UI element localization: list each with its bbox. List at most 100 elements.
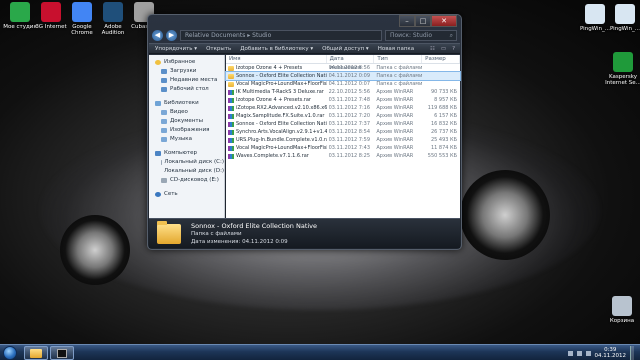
clock[interactable]: 0:39 04.11.2012 xyxy=(595,347,627,359)
sidebar-item-label: Документы xyxy=(170,118,203,124)
media-player-icon xyxy=(57,349,67,358)
close-button[interactable]: ✕ xyxy=(431,15,457,27)
open-button[interactable]: Открыть xyxy=(206,46,231,52)
network-icon xyxy=(155,192,161,197)
taskbar: 0:39 04.11.2012 xyxy=(0,344,640,360)
details-type: Папка с файлами xyxy=(191,230,242,237)
rar-archive-icon xyxy=(228,97,234,103)
file-size: 6 157 КБ xyxy=(434,113,458,119)
search-input[interactable]: Поиск: Studio ⌕ xyxy=(385,29,457,41)
sidebar-item[interactable]: Локальный диск (D:) xyxy=(149,167,224,176)
file-type: Папка с файлами xyxy=(376,65,423,71)
file-name: Synchro.Arts.VocalAlign.v2.9.1+v1.4.rar xyxy=(236,129,327,135)
app-icon xyxy=(72,2,92,22)
rar-archive-icon xyxy=(228,137,234,143)
volume-tray-icon[interactable] xyxy=(585,350,591,356)
rar-archive-icon xyxy=(228,113,234,119)
search-placeholder: Поиск: Studio xyxy=(390,31,433,39)
location-icon xyxy=(161,87,167,92)
folder-icon xyxy=(157,220,181,244)
app-icon xyxy=(10,2,30,22)
file-size: 25 493 КБ xyxy=(430,137,458,143)
file-name-cell: Izotope Ozone 4 + Presets xyxy=(226,65,327,71)
file-row[interactable]: Izotope Ozone 4 + Presets.rar 03.11.2012 … xyxy=(226,96,460,104)
rar-archive-icon xyxy=(228,105,234,111)
sidebar-item[interactable]: CD-дисковод (E:) xyxy=(149,176,224,185)
sidebar-item-label: Музыка xyxy=(170,136,192,142)
file-row[interactable]: iZotope.RX2.Advanced.v2.10.x86.x64.rar03… xyxy=(226,104,460,112)
file-size: 11 874 КБ xyxy=(430,145,458,151)
file-name-cell: Synchro.Arts.VocalAlign.v2.9.1+v1.4.rar xyxy=(226,129,327,135)
maximize-button[interactable]: □ xyxy=(415,15,431,27)
rar-archive-icon xyxy=(228,129,234,135)
file-size: 550 553 КБ xyxy=(427,153,458,159)
file-row[interactable]: URS.Plug-In.Bundle.Complete.v1.0.rar 03.1… xyxy=(226,136,460,144)
file-date: 04.11.2012 8:56 xyxy=(328,65,371,71)
file-date: 03.11.2012 7:48 xyxy=(328,97,371,103)
file-row[interactable]: Vocal MagicPro+LoundMax+FloorFish 04.11.2… xyxy=(226,80,460,88)
file-date: 04.11.2012 0:07 xyxy=(328,81,371,87)
file-type: Архив WinRAR xyxy=(376,113,414,119)
sidebar-network-header[interactable]: Сеть xyxy=(149,190,224,199)
file-row[interactable]: Izotope Ozone 4 + Presets 04.11.2012 8:56… xyxy=(226,64,460,72)
column-name[interactable]: Имя xyxy=(226,55,327,63)
desktop-icon[interactable]: Корзина xyxy=(604,296,640,324)
sidebar-item[interactable]: Документы xyxy=(149,117,224,126)
tray-icon[interactable] xyxy=(567,350,573,356)
file-type: Архив WinRAR xyxy=(376,105,414,111)
desktop-icon[interactable]: Kaspersky Internet Se... xyxy=(605,52,640,86)
minimize-button[interactable]: – xyxy=(399,15,415,27)
explorer-window[interactable]: – □ ✕ ◀ ▶ Relative Documents ▸ Studio По… xyxy=(147,14,462,250)
location-icon xyxy=(161,78,167,83)
rar-archive-icon xyxy=(228,153,234,159)
share-button[interactable]: Общий доступ ▾ xyxy=(322,46,369,52)
taskbar-explorer-button[interactable] xyxy=(24,346,48,360)
new-folder-button[interactable]: Новая папка xyxy=(378,46,414,52)
file-type: Архив WinRAR xyxy=(376,89,414,95)
app-icon xyxy=(612,296,632,316)
sidebar-item-label: Недавние места xyxy=(170,77,218,83)
column-type[interactable]: Тип xyxy=(374,55,423,63)
organize-button[interactable]: Упорядочить ▾ xyxy=(155,46,197,52)
sidebar-libraries-header[interactable]: Библиотеки xyxy=(149,99,224,108)
file-row[interactable]: Magix.Samplitude.FX.Suite.v1.0.rar 03.11.… xyxy=(226,112,460,120)
taskbar-media-button[interactable] xyxy=(50,346,74,360)
view-options-icon[interactable]: ☷ xyxy=(430,46,435,52)
file-row[interactable]: Sonnox - Oxford Elite Collection Native.… xyxy=(226,120,460,128)
sidebar-computer-header[interactable]: Компьютер xyxy=(149,149,224,158)
file-type: Архив WinRAR xyxy=(376,97,414,103)
navigation-bar: ◀ ▶ Relative Documents ▸ Studio Поиск: S… xyxy=(152,29,457,41)
sidebar-item[interactable]: Загрузки xyxy=(149,67,224,76)
column-size[interactable]: Размер xyxy=(422,55,460,63)
file-row[interactable]: Vocal MagicPro+LoundMax+FloorFish.rar03.… xyxy=(226,144,460,152)
file-row[interactable]: Waves.Complete.v7.1.1.6.rar 03.11.2012 8:… xyxy=(226,152,460,160)
sidebar-favorites-label: Избранное xyxy=(164,59,196,65)
sidebar-item[interactable]: Изображения xyxy=(149,126,224,135)
help-icon[interactable]: ? xyxy=(452,46,455,52)
sidebar-item[interactable]: Рабочий стол xyxy=(149,85,224,94)
sidebar-favorites-header[interactable]: Избранное xyxy=(149,58,224,67)
sidebar-item[interactable]: Локальный диск (C:) xyxy=(149,158,224,167)
preview-pane-icon[interactable]: ▭ xyxy=(441,46,446,52)
sidebar-network-label: Сеть xyxy=(164,191,178,197)
details-modified: Дата изменения: 04.11.2012 0:09 xyxy=(191,238,288,245)
add-to-library-button[interactable]: Добавить в библиотеку ▾ xyxy=(240,46,313,52)
sidebar-item[interactable]: Видео xyxy=(149,108,224,117)
file-row[interactable]: IK Multimedia T-RackS 3 Deluxe.rar 22.10.… xyxy=(226,88,460,96)
app-icon xyxy=(103,2,123,22)
computer-icon xyxy=(155,151,161,156)
sidebar-item[interactable]: Недавние места xyxy=(149,76,224,85)
file-row[interactable]: Synchro.Arts.VocalAlign.v2.9.1+v1.4.rar 0… xyxy=(226,128,460,136)
folder-icon xyxy=(228,73,234,79)
sidebar-item[interactable]: Музыка xyxy=(149,135,224,144)
start-button[interactable] xyxy=(3,346,17,360)
show-desktop-button[interactable] xyxy=(630,346,634,360)
back-button[interactable]: ◀ xyxy=(152,29,163,41)
address-bar[interactable]: Relative Documents ▸ Studio xyxy=(180,29,382,41)
location-icon xyxy=(161,69,167,74)
file-row[interactable]: Sonnox - Oxford Elite Collection Native 0… xyxy=(225,71,461,81)
network-tray-icon[interactable] xyxy=(576,350,582,356)
column-date[interactable]: Дата изменения xyxy=(327,55,375,71)
desktop-icon[interactable]: PingWin_... xyxy=(607,4,640,32)
forward-button[interactable]: ▶ xyxy=(166,29,177,41)
